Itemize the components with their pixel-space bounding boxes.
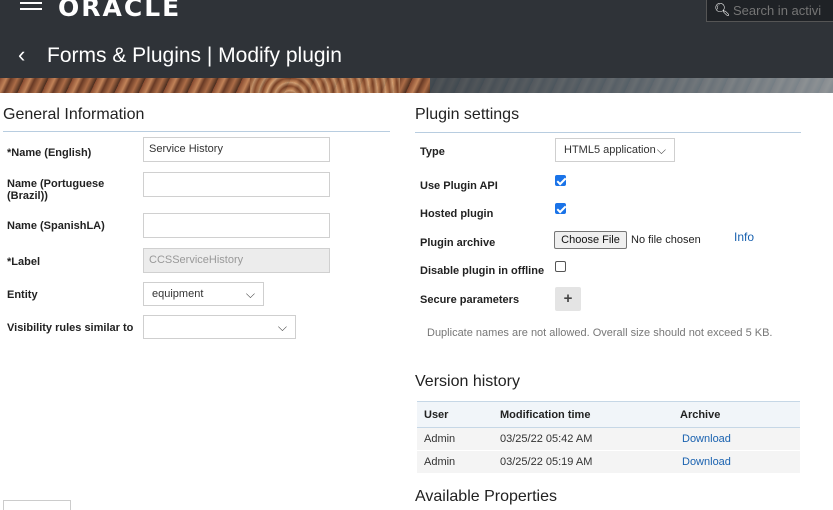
add-parameter-button[interactable]: + [555, 287, 581, 311]
table-header-row: User Modification time Archive [417, 401, 800, 428]
plugin-settings-divider [415, 132, 801, 133]
row-time: 03/25/22 05:42 AM [493, 427, 673, 451]
name-spanish-label: Name (SpanishLA) [7, 220, 105, 232]
app-header: ORACLE 🔍︎ ‹ Forms & Plugins | Modify plu… [0, 0, 833, 93]
label-field-label: *Label [7, 256, 41, 268]
entity-select[interactable]: equipment ⌵ [143, 282, 264, 306]
name-english-input[interactable]: Service History [143, 137, 330, 162]
no-file-chosen-text: No file chosen [631, 234, 701, 246]
name-portuguese-input[interactable] [143, 172, 330, 197]
general-information-divider [3, 131, 390, 132]
general-information-title: General Information [3, 106, 145, 123]
choose-file-button[interactable]: Choose File [554, 231, 627, 249]
footer-button[interactable] [3, 500, 71, 510]
size-note: Duplicate names are not allowed. Overall… [427, 327, 773, 339]
search-input[interactable] [733, 1, 833, 19]
chevron-down-icon: ⌵ [277, 320, 287, 334]
column-header-modification-time[interactable]: Modification time [493, 401, 673, 428]
type-select[interactable]: HTML5 application ⌵ [555, 138, 675, 162]
secure-parameters-label: Secure parameters [420, 294, 520, 306]
name-english-label: *Name (English) [7, 147, 92, 159]
chevron-down-icon: ⌵ [656, 143, 666, 157]
column-header-user[interactable]: User [417, 401, 493, 428]
visibility-rules-select[interactable]: ⌵ [143, 315, 296, 339]
chevron-down-icon: ⌵ [245, 287, 255, 301]
type-select-value: HTML5 application [564, 144, 656, 156]
disable-offline-checkbox[interactable] [555, 261, 566, 272]
header-banner-shade [430, 78, 833, 93]
table-row: Admin 03/25/22 05:19 AM Download [417, 450, 800, 474]
hosted-plugin-checkbox[interactable] [555, 203, 566, 214]
entity-select-value: equipment [152, 288, 204, 300]
download-link[interactable]: Download [673, 427, 800, 451]
row-user: Admin [417, 427, 493, 451]
type-label: Type [420, 146, 445, 158]
plugin-archive-label: Plugin archive [420, 237, 496, 249]
back-button[interactable]: ‹ [18, 42, 25, 68]
row-time: 03/25/22 05:19 AM [493, 450, 673, 474]
plugin-settings-title: Plugin settings [415, 106, 520, 123]
page-title: Forms & Plugins | Modify plugin [47, 44, 342, 67]
version-history-table: User Modification time Archive Admin 03/… [417, 401, 800, 474]
download-link[interactable]: Download [673, 450, 800, 474]
hamburger-menu-icon[interactable] [20, 0, 42, 14]
name-spanish-input[interactable] [143, 213, 330, 238]
visibility-rules-label: Visibility rules similar to [7, 322, 134, 334]
hosted-plugin-label: Hosted plugin [420, 208, 494, 220]
column-header-archive[interactable]: Archive [673, 401, 800, 428]
use-plugin-api-checkbox[interactable] [555, 175, 566, 186]
info-link[interactable]: Info [734, 230, 754, 244]
header-banner-ornament [250, 78, 400, 93]
oracle-logo: ORACLE [58, 0, 182, 22]
table-row: Admin 03/25/22 05:42 AM Download [417, 427, 800, 451]
row-user: Admin [417, 450, 493, 474]
search-box[interactable]: 🔍︎ [706, 0, 833, 22]
use-plugin-api-label: Use Plugin API [420, 180, 498, 192]
disable-offline-label: Disable plugin in offline [420, 265, 545, 277]
entity-label: Entity [7, 289, 38, 301]
name-portuguese-label: Name (Portuguese (Brazil)) [7, 178, 105, 202]
available-properties-title: Available Properties [415, 488, 558, 505]
version-history-title: Version history [415, 373, 520, 390]
label-input: CCSServiceHistory [143, 248, 330, 273]
search-icon[interactable]: 🔍︎ [714, 2, 731, 18]
